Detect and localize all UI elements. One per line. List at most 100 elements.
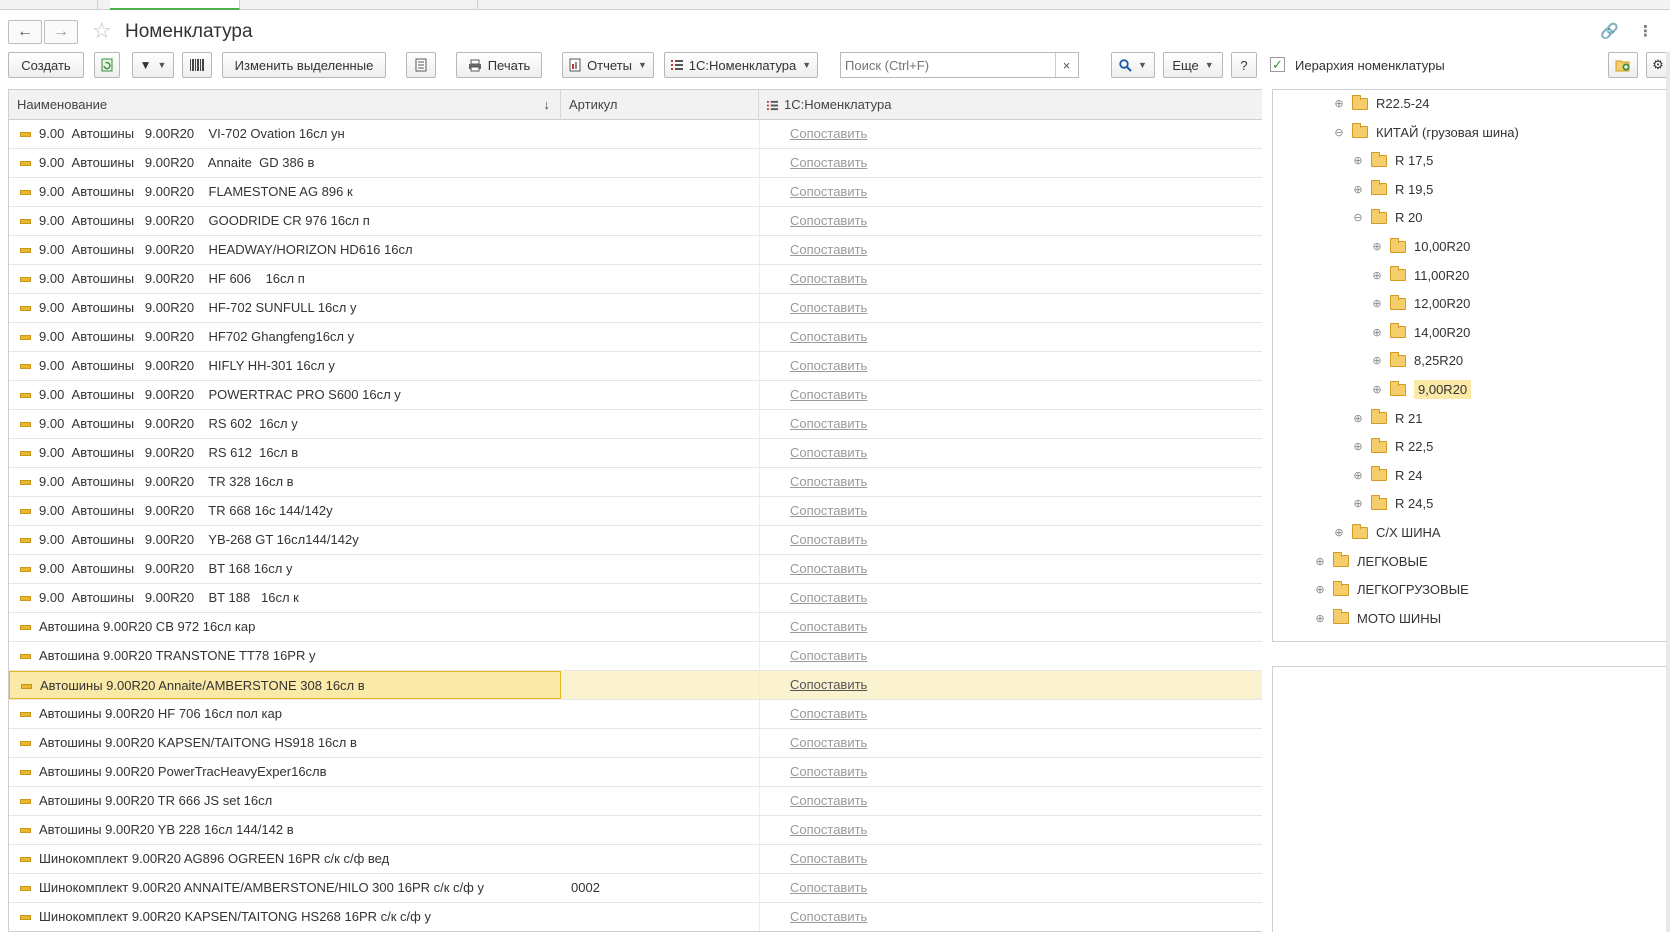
hierarchy-checkbox[interactable]: ✓: [1270, 57, 1285, 72]
article-cell[interactable]: [561, 903, 759, 931]
clear-search-button[interactable]: ×: [1055, 53, 1077, 77]
tree-expander-icon[interactable]: ⊕: [1372, 269, 1382, 282]
tree-node[interactable]: ⊕ С/Х ШИНА: [1334, 518, 1441, 547]
tree-node[interactable]: ⊕ 11,00R20: [1372, 261, 1469, 290]
help-button[interactable]: ?: [1231, 52, 1257, 78]
match-link[interactable]: Сопоставить: [790, 503, 867, 518]
tree-expander-icon[interactable]: ⊕: [1353, 154, 1363, 167]
article-cell[interactable]: [561, 178, 759, 206]
table-row[interactable]: 9.00 Автошины 9.00R20 BT 168 16сл у Сопос…: [9, 555, 1262, 584]
name-cell[interactable]: 9.00 Автошины 9.00R20 GOODRIDE CR 976 16…: [9, 207, 561, 235]
name-cell[interactable]: 9.00 Автошины 9.00R20 YB-268 GT 16сл144/…: [9, 526, 561, 554]
match-link[interactable]: Сопоставить: [790, 619, 867, 634]
name-cell[interactable]: Автошины 9.00R20 Annaite/AMBERSTONE 308 …: [9, 671, 561, 699]
name-cell[interactable]: Шинокомплект 9.00R20 KAPSEN/TAITONG HS26…: [9, 903, 561, 931]
table-row[interactable]: 9.00 Автошины 9.00R20 TR 328 16сл в Сопос…: [9, 468, 1262, 497]
match-link[interactable]: Сопоставить: [790, 271, 867, 286]
name-cell[interactable]: Шинокомплект 9.00R20 ANNAITE/AMBERSTONE/…: [9, 874, 561, 902]
article-cell[interactable]: [561, 729, 759, 757]
article-cell[interactable]: [561, 642, 759, 670]
column-header-nomenclature[interactable]: 1С:Номенклатура: [759, 90, 1262, 120]
table-row[interactable]: 9.00 Автошины 9.00R20 RS 612 16сл в Сопос…: [9, 439, 1262, 468]
tree-node[interactable]: ⊕ ЛЕГКОГРУЗОВЫЕ: [1315, 575, 1469, 604]
name-cell[interactable]: Автошины 9.00R20 KAPSEN/TAITONG HS918 16…: [9, 729, 561, 757]
article-cell[interactable]: [561, 526, 759, 554]
search-button[interactable]: ▼: [1111, 52, 1155, 78]
tree-expander-icon[interactable]: ⊕: [1372, 354, 1382, 367]
tree-node[interactable]: ⊕ 14,00R20: [1372, 318, 1470, 347]
name-cell[interactable]: 9.00 Автошины 9.00R20 VI-702 Ovation 16с…: [9, 120, 561, 148]
name-cell[interactable]: 9.00 Автошины 9.00R20 TR 668 16с 144/142…: [9, 497, 561, 525]
name-cell[interactable]: 9.00 Автошины 9.00R20 FLAMESTONE AG 896 …: [9, 178, 561, 206]
match-link[interactable]: Сопоставить: [790, 677, 867, 692]
name-cell[interactable]: 9.00 Автошины 9.00R20 HEADWAY/HORIZON HD…: [9, 236, 561, 264]
tree-expander-icon[interactable]: ⊕: [1315, 583, 1325, 596]
match-link[interactable]: Сопоставить: [790, 213, 867, 228]
tree-expander-icon[interactable]: ⊕: [1353, 183, 1363, 196]
table-row[interactable]: 9.00 Автошины 9.00R20 TR 668 16с 144/142…: [9, 497, 1262, 526]
article-cell[interactable]: [561, 787, 759, 815]
table-row[interactable]: 9.00 Автошины 9.00R20 YB-268 GT 16сл144/…: [9, 526, 1262, 555]
article-cell[interactable]: [561, 584, 759, 612]
name-cell[interactable]: 9.00 Автошины 9.00R20 RS 602 16сл у: [9, 410, 561, 438]
link-icon[interactable]: 🔗: [1600, 22, 1619, 40]
edit-selected-button[interactable]: Изменить выделенные: [222, 52, 386, 78]
tree-node[interactable]: ⊕ R 24,5: [1353, 489, 1433, 518]
tree-node[interactable]: ⊕ ЛЕГКОВЫЕ: [1315, 547, 1428, 576]
match-link[interactable]: Сопоставить: [790, 300, 867, 315]
tree-node[interactable]: ⊕ 12,00R20: [1372, 289, 1470, 318]
column-header-article[interactable]: Артикул: [561, 90, 759, 120]
name-cell[interactable]: 9.00 Автошины 9.00R20 BT 188 16сл к: [9, 584, 561, 612]
article-cell[interactable]: [561, 758, 759, 786]
article-cell[interactable]: [561, 207, 759, 235]
more-vertical-icon[interactable]: ⋮: [1638, 22, 1653, 40]
match-link[interactable]: Сопоставить: [790, 445, 867, 460]
tree-expander-icon[interactable]: ⊕: [1315, 612, 1325, 625]
match-link[interactable]: Сопоставить: [790, 242, 867, 257]
match-link[interactable]: Сопоставить: [790, 358, 867, 373]
search-input[interactable]: [841, 54, 1055, 76]
table-row[interactable]: Автошины 9.00R20 HF 706 16сл пол кар Сопо…: [9, 700, 1262, 729]
table-row[interactable]: 9.00 Автошины 9.00R20 HF 606 16сл п Сопос…: [9, 265, 1262, 294]
match-link[interactable]: Сопоставить: [790, 648, 867, 663]
favorite-star-icon[interactable]: ☆: [92, 18, 112, 44]
name-cell[interactable]: 9.00 Автошины 9.00R20 HIFLY HH-301 16сл …: [9, 352, 561, 380]
name-cell[interactable]: 9.00 Автошины 9.00R20 Annaite GD 386 в: [9, 149, 561, 177]
table-row[interactable]: 9.00 Автошины 9.00R20 FLAMESTONE AG 896 …: [9, 178, 1262, 207]
match-link[interactable]: Сопоставить: [790, 822, 867, 837]
tree-node[interactable]: ⊕ R 24: [1353, 461, 1422, 490]
table-row[interactable]: 9.00 Автошины 9.00R20 BT 188 16сл к Сопос…: [9, 584, 1262, 613]
tree-expander-icon[interactable]: ⊕: [1372, 326, 1382, 339]
table-row[interactable]: Автошины 9.00R20 Annaite/AMBERSTONE 308 …: [9, 671, 1262, 700]
name-cell[interactable]: Шинокомплект 9.00R20 AG896 OGREEN 16PR с…: [9, 845, 561, 873]
table-row[interactable]: Шинокомплект 9.00R20 AG896 OGREEN 16PR с…: [9, 845, 1262, 874]
article-cell[interactable]: [561, 323, 759, 351]
table-row[interactable]: Шинокомплект 9.00R20 ANNAITE/AMBERSTONE/…: [9, 874, 1262, 903]
match-link[interactable]: Сопоставить: [790, 155, 867, 170]
match-link[interactable]: Сопоставить: [790, 590, 867, 605]
match-link[interactable]: Сопоставить: [790, 851, 867, 866]
refresh-button[interactable]: [94, 52, 120, 78]
table-row[interactable]: Автошины 9.00R20 KAPSEN/TAITONG HS918 16…: [9, 729, 1262, 758]
list-settings-button[interactable]: [406, 52, 436, 78]
table-row[interactable]: 9.00 Автошины 9.00R20 HIFLY HH-301 16сл …: [9, 352, 1262, 381]
tree-node[interactable]: ⊕ 9,00R20: [1372, 375, 1472, 404]
window-scrollbar[interactable]: [1666, 52, 1670, 932]
table-row[interactable]: Автошины 9.00R20 YB 228 16сл 144/142 в Со…: [9, 816, 1262, 845]
match-link[interactable]: Сопоставить: [790, 184, 867, 199]
article-cell[interactable]: [561, 294, 759, 322]
article-cell[interactable]: [561, 468, 759, 496]
name-cell[interactable]: Автошины 9.00R20 YB 228 16сл 144/142 в: [9, 816, 561, 844]
tree-node[interactable]: ⊕ R 19,5: [1353, 175, 1433, 204]
article-cell[interactable]: [561, 236, 759, 264]
tree-node[interactable]: ⊕ R22.5-24: [1334, 90, 1429, 118]
article-cell[interactable]: [561, 381, 759, 409]
tree-expander-icon[interactable]: ⊖: [1334, 126, 1344, 139]
match-link[interactable]: Сопоставить: [790, 126, 867, 141]
article-cell[interactable]: [561, 410, 759, 438]
tree-node[interactable]: ⊕ 10,00R20: [1372, 232, 1470, 261]
match-link[interactable]: Сопоставить: [790, 880, 867, 895]
table-row[interactable]: 9.00 Автошины 9.00R20 HF-702 SUNFULL 16с…: [9, 294, 1262, 323]
match-link[interactable]: Сопоставить: [790, 735, 867, 750]
tree-node[interactable]: ⊕ МОТО ШИНЫ: [1315, 604, 1441, 633]
